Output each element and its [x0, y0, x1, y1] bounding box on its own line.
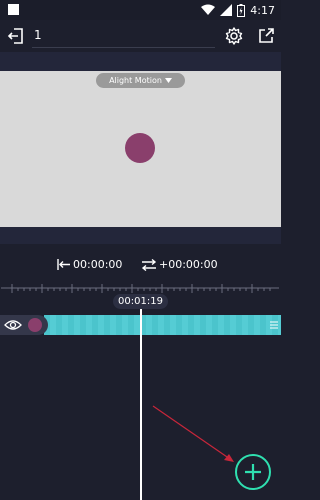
export-icon[interactable]	[256, 26, 276, 46]
notification-icon	[8, 4, 19, 15]
plus-icon	[245, 464, 261, 480]
project-name-underline	[32, 47, 215, 48]
top-toolbar: 1	[0, 20, 281, 52]
swap-icon	[141, 258, 157, 271]
layer-clip-bar[interactable]	[44, 315, 281, 335]
drag-handle-icon[interactable]	[270, 321, 278, 329]
timecode-row: 00:00:00 +00:00:00	[0, 244, 281, 284]
start-timecode: 00:00:00	[73, 258, 123, 271]
offset-control[interactable]: +00:00:00	[141, 258, 218, 271]
gear-icon[interactable]	[224, 26, 244, 46]
eye-icon[interactable]	[4, 318, 22, 332]
watermark-badge[interactable]: Alight Motion	[96, 73, 185, 88]
battery-icon	[237, 3, 246, 17]
layer-thumbnail	[28, 318, 42, 332]
project-name-field[interactable]: 1	[34, 28, 42, 42]
watermark-text: Alight Motion	[109, 76, 162, 85]
annotation-arrow	[152, 405, 234, 462]
jump-to-start-icon	[57, 259, 70, 270]
signal-icon	[220, 4, 233, 16]
add-layer-button[interactable]	[235, 454, 271, 490]
circle-layer-object[interactable]	[125, 133, 155, 163]
jump-to-start-control[interactable]: 00:00:00	[57, 258, 122, 271]
status-bar: 4:17	[0, 0, 281, 20]
playhead-timecode: 00:01:19	[113, 294, 168, 309]
clock: 4:17	[250, 3, 275, 17]
exit-icon[interactable]	[6, 26, 26, 46]
offset-timecode: +00:00:00	[159, 258, 218, 271]
status-indicators: 4:17	[201, 2, 275, 18]
caret-down-icon	[164, 78, 172, 83]
layer-header	[0, 315, 48, 335]
wifi-icon	[201, 4, 216, 15]
playhead-line[interactable]	[140, 309, 142, 500]
